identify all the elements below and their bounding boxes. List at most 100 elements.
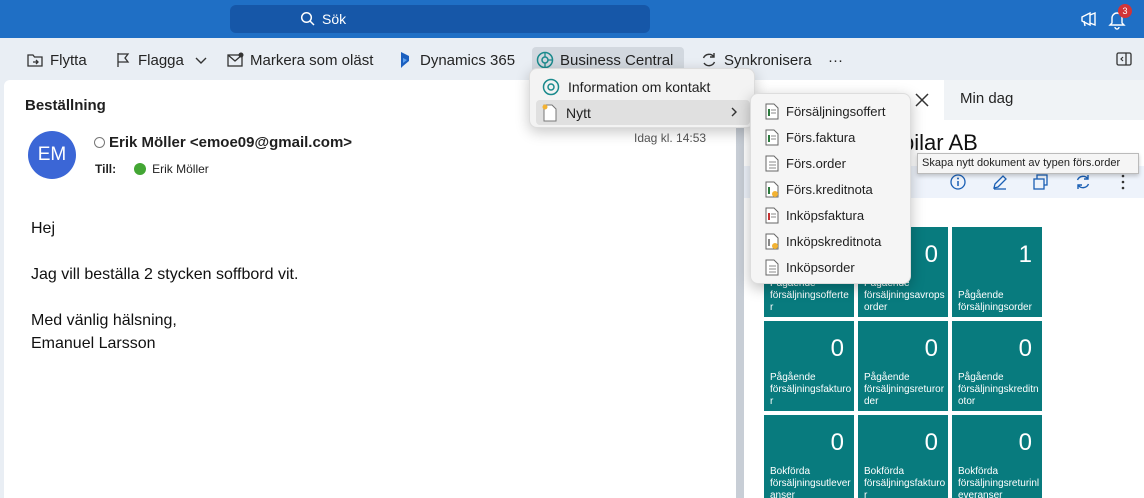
refresh-icon[interactable] (1074, 173, 1092, 191)
sync-icon (702, 53, 716, 67)
business-central-icon (542, 78, 560, 95)
chevron-right-icon (731, 107, 737, 117)
tile-value: 0 (924, 335, 938, 362)
sales-invoice-icon (765, 129, 779, 145)
submenu-item[interactable]: Förs.kreditnota (757, 177, 907, 201)
recipient-name[interactable]: Erik Möller (152, 162, 209, 176)
envelope-icon (227, 52, 244, 67)
submenu-item[interactable]: Inköpsorder (757, 255, 907, 279)
tile-label: Bokförda försäljningsutleveranser (770, 466, 851, 498)
panel-toggle-icon[interactable] (1115, 50, 1133, 68)
to-label: Till: (95, 162, 117, 176)
tile-value: 0 (924, 241, 938, 268)
body-signature: Emanuel Larsson (31, 335, 156, 352)
submenu-item[interactable]: Förs.order (757, 151, 907, 175)
move-button[interactable]: Flytta (22, 47, 91, 73)
submenu-item[interactable]: Inköpskreditnota (757, 229, 907, 253)
title-bar: Sök 3 (0, 0, 1144, 38)
mail-date: Idag kl. 14:53 (634, 131, 707, 145)
cue-tile[interactable]: 0 Bokförda försäljningsreturinleveranser (952, 415, 1042, 498)
sender-name: Erik Möller <emoe09@gmail.com> (109, 134, 353, 151)
mail-subject: Beställning (25, 97, 106, 114)
flag-icon (117, 53, 130, 67)
submenu-label: Förs.kreditnota (786, 181, 873, 197)
tile-value: 1 (1018, 241, 1032, 268)
body-greeting: Hej (31, 220, 56, 237)
cue-tile[interactable]: 0 Pågående försäljningsreturorder (858, 321, 948, 411)
submenu-label: Förs.order (786, 155, 846, 171)
submenu-item[interactable]: Förs.faktura (757, 125, 907, 149)
search-icon (300, 11, 315, 26)
tile-label: Pågående försäljningsreturorder (864, 372, 945, 407)
sales-order-icon (765, 155, 779, 171)
more-button[interactable]: ··· (824, 47, 847, 73)
submenu-label: Inköpsfaktura (786, 207, 865, 223)
submenu-label: Förs.faktura (786, 129, 856, 145)
search-label: Sök (322, 11, 347, 27)
menu-item-new[interactable]: Nytt (536, 100, 750, 125)
copy-icon[interactable] (1032, 173, 1050, 191)
mark-unread-button[interactable]: Markera som oläst (222, 47, 377, 73)
purchase-order-icon (765, 259, 779, 275)
flag-dropdown[interactable] (188, 47, 214, 73)
pane-splitter[interactable] (736, 80, 744, 498)
reading-pane: Beställning EM Erik Möller <emoe09@gmail… (4, 80, 736, 498)
dynamics-365-label: Dynamics 365 (420, 51, 516, 69)
new-document-submenu: Försäljningsoffert Förs.faktura Förs.ord… (750, 93, 911, 284)
business-central-menu: Information om kontakt Nytt (529, 68, 755, 128)
cue-tile[interactable]: 0 Pågående försäljningskreditnotor (952, 321, 1042, 411)
tooltip: Skapa nytt dokument av typen förs.order (917, 153, 1139, 174)
sender[interactable]: Erik Möller <emoe09@gmail.com> (94, 134, 352, 151)
tile-label: Pågående försäljningskreditnotor (958, 372, 1039, 407)
recipient-row: Till: Erik Möller (95, 162, 209, 176)
flag-button[interactable]: Flagga (110, 47, 188, 73)
megaphone-icon[interactable] (1078, 8, 1100, 30)
body-closing: Med vänlig hälsning, (31, 312, 177, 329)
tile-value: 0 (1018, 429, 1032, 456)
purchase-credit-memo-icon (765, 233, 779, 249)
close-icon[interactable] (912, 90, 932, 110)
tile-label: Pågående försäljningsfakturor (770, 372, 852, 407)
tile-label: Bokförda försäljningsreturinleveranser (958, 466, 1040, 498)
notification-badge: 3 (1118, 4, 1132, 18)
tile-label: Pågående försäljningsorder (958, 290, 1032, 313)
purchase-invoice-icon (765, 207, 779, 223)
dynamics-365-button[interactable]: Dynamics 365 (392, 47, 519, 73)
new-document-icon (542, 104, 557, 121)
tile-value: 0 (924, 429, 938, 456)
menu-item-contact-info[interactable]: Information om kontakt (536, 74, 750, 99)
cue-tile[interactable]: 1 Pågående försäljningsorder (952, 227, 1042, 317)
more-vertical-icon[interactable] (1114, 173, 1132, 191)
move-label: Flytta (50, 51, 87, 69)
available-status-icon (134, 163, 147, 175)
cue-tile[interactable]: 0 Bokförda försäljningsfakturor (858, 415, 948, 498)
submenu-item[interactable]: Försäljningsoffert (757, 99, 907, 123)
info-icon[interactable] (949, 173, 967, 191)
menu-item-label: Nytt (566, 104, 591, 121)
submenu-item[interactable]: Inköpsfaktura (757, 203, 907, 227)
tile-value: 0 (830, 335, 844, 362)
submenu-label: Inköpsorder (786, 259, 855, 275)
sales-quote-icon (765, 103, 779, 119)
body-line: Jag vill beställa 2 stycken soffbord vit… (31, 266, 299, 283)
tile-value: 0 (830, 429, 844, 456)
business-central-icon (536, 51, 554, 69)
search-box[interactable]: Sök (230, 5, 650, 33)
edit-icon[interactable] (991, 173, 1009, 191)
dynamics-365-icon (401, 52, 409, 68)
chevron-down-icon (195, 57, 207, 64)
tile-value: 0 (1018, 335, 1032, 362)
menu-item-label: Information om kontakt (568, 78, 711, 95)
sales-credit-memo-icon (765, 181, 779, 197)
cue-tile[interactable]: 0 Pågående försäljningsfakturor (764, 321, 854, 411)
cue-tile[interactable]: 0 Bokförda försäljningsutleveranser (764, 415, 854, 498)
business-central-label: Business Central (560, 51, 674, 69)
tab-my-day[interactable]: Min dag (960, 90, 1013, 107)
mark-unread-label: Markera som oläst (250, 51, 374, 69)
sync-label: Synkronisera (724, 51, 812, 69)
mail-body: Hej Jag vill beställa 2 stycken soffbord… (31, 217, 298, 355)
submenu-label: Inköpskreditnota (786, 233, 882, 249)
avatar[interactable]: EM (28, 131, 76, 179)
submenu-label: Försäljningsoffert (786, 103, 886, 119)
flag-label: Flagga (138, 51, 184, 69)
